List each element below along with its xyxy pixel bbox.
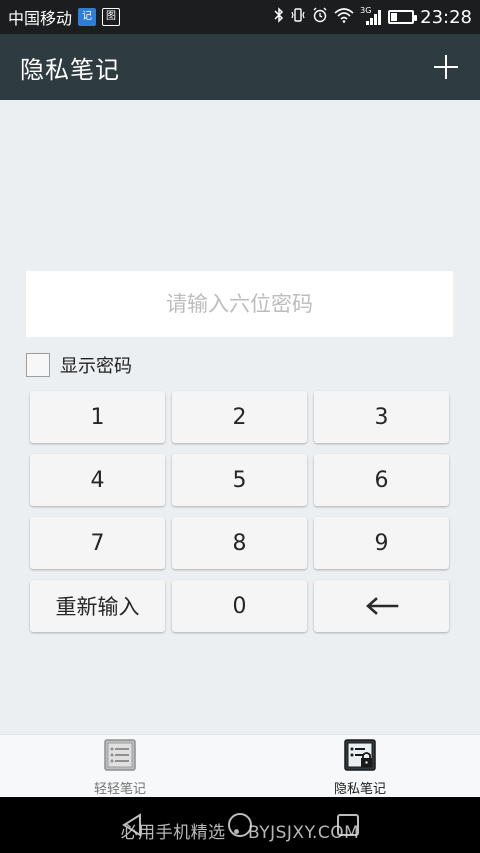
arrow-left-icon <box>365 596 399 616</box>
notification-icon: 记 <box>78 8 97 26</box>
key-4[interactable]: 4 <box>30 454 165 506</box>
watermark-text: 必用手机精选 • BYJSJXY.COM <box>120 823 360 843</box>
page-title: 隐私笔记 <box>20 55 120 84</box>
alarm-icon <box>312 7 328 27</box>
key-0[interactable]: 0 <box>172 580 307 632</box>
key-6[interactable]: 6 <box>314 454 449 506</box>
signal-icon: 3G <box>360 6 382 26</box>
password-input[interactable] <box>26 271 453 337</box>
carrier-label: 中国移动 <box>8 9 73 28</box>
battery-icon <box>388 10 418 24</box>
app-bar: 隐私笔记 <box>0 34 480 100</box>
reset-input-button[interactable]: 重新输入 <box>30 580 165 632</box>
key-9[interactable]: 9 <box>314 517 449 569</box>
wifi-icon <box>334 7 354 27</box>
bluetooth-icon <box>274 7 284 27</box>
status-right: 3G 23:28 <box>274 6 472 28</box>
show-password-toggle[interactable]: 显示密码 <box>26 351 132 379</box>
status-bar: 中国移动 记 图 3G 23:28 <box>0 0 480 34</box>
bottom-tab-bar: 轻轻笔记 隐私笔记 <box>0 734 480 797</box>
backspace-button[interactable] <box>314 580 449 632</box>
key-2[interactable]: 2 <box>172 391 307 443</box>
notes-list-icon <box>104 739 136 775</box>
clock: 23:28 <box>420 6 472 28</box>
image-notification-icon: 图 <box>102 8 121 26</box>
add-note-button[interactable] <box>432 53 460 81</box>
show-password-checkbox[interactable] <box>26 353 50 377</box>
tab-light-notes[interactable]: 轻轻笔记 <box>60 735 180 797</box>
key-3[interactable]: 3 <box>314 391 449 443</box>
number-keypad: 1 2 3 4 5 6 7 8 9 重新输入 0 <box>30 391 450 632</box>
tab-label: 隐私笔记 <box>333 782 386 797</box>
key-7[interactable]: 7 <box>30 517 165 569</box>
status-left: 中国移动 记 图 <box>8 5 121 29</box>
private-notes-icon <box>344 739 376 775</box>
vibrate-icon <box>290 7 306 27</box>
show-password-label: 显示密码 <box>60 356 132 377</box>
key-8[interactable]: 8 <box>172 517 307 569</box>
key-1[interactable]: 1 <box>30 391 165 443</box>
tab-private-notes[interactable]: 隐私笔记 <box>300 735 420 797</box>
key-5[interactable]: 5 <box>172 454 307 506</box>
tab-label: 轻轻笔记 <box>93 782 146 797</box>
